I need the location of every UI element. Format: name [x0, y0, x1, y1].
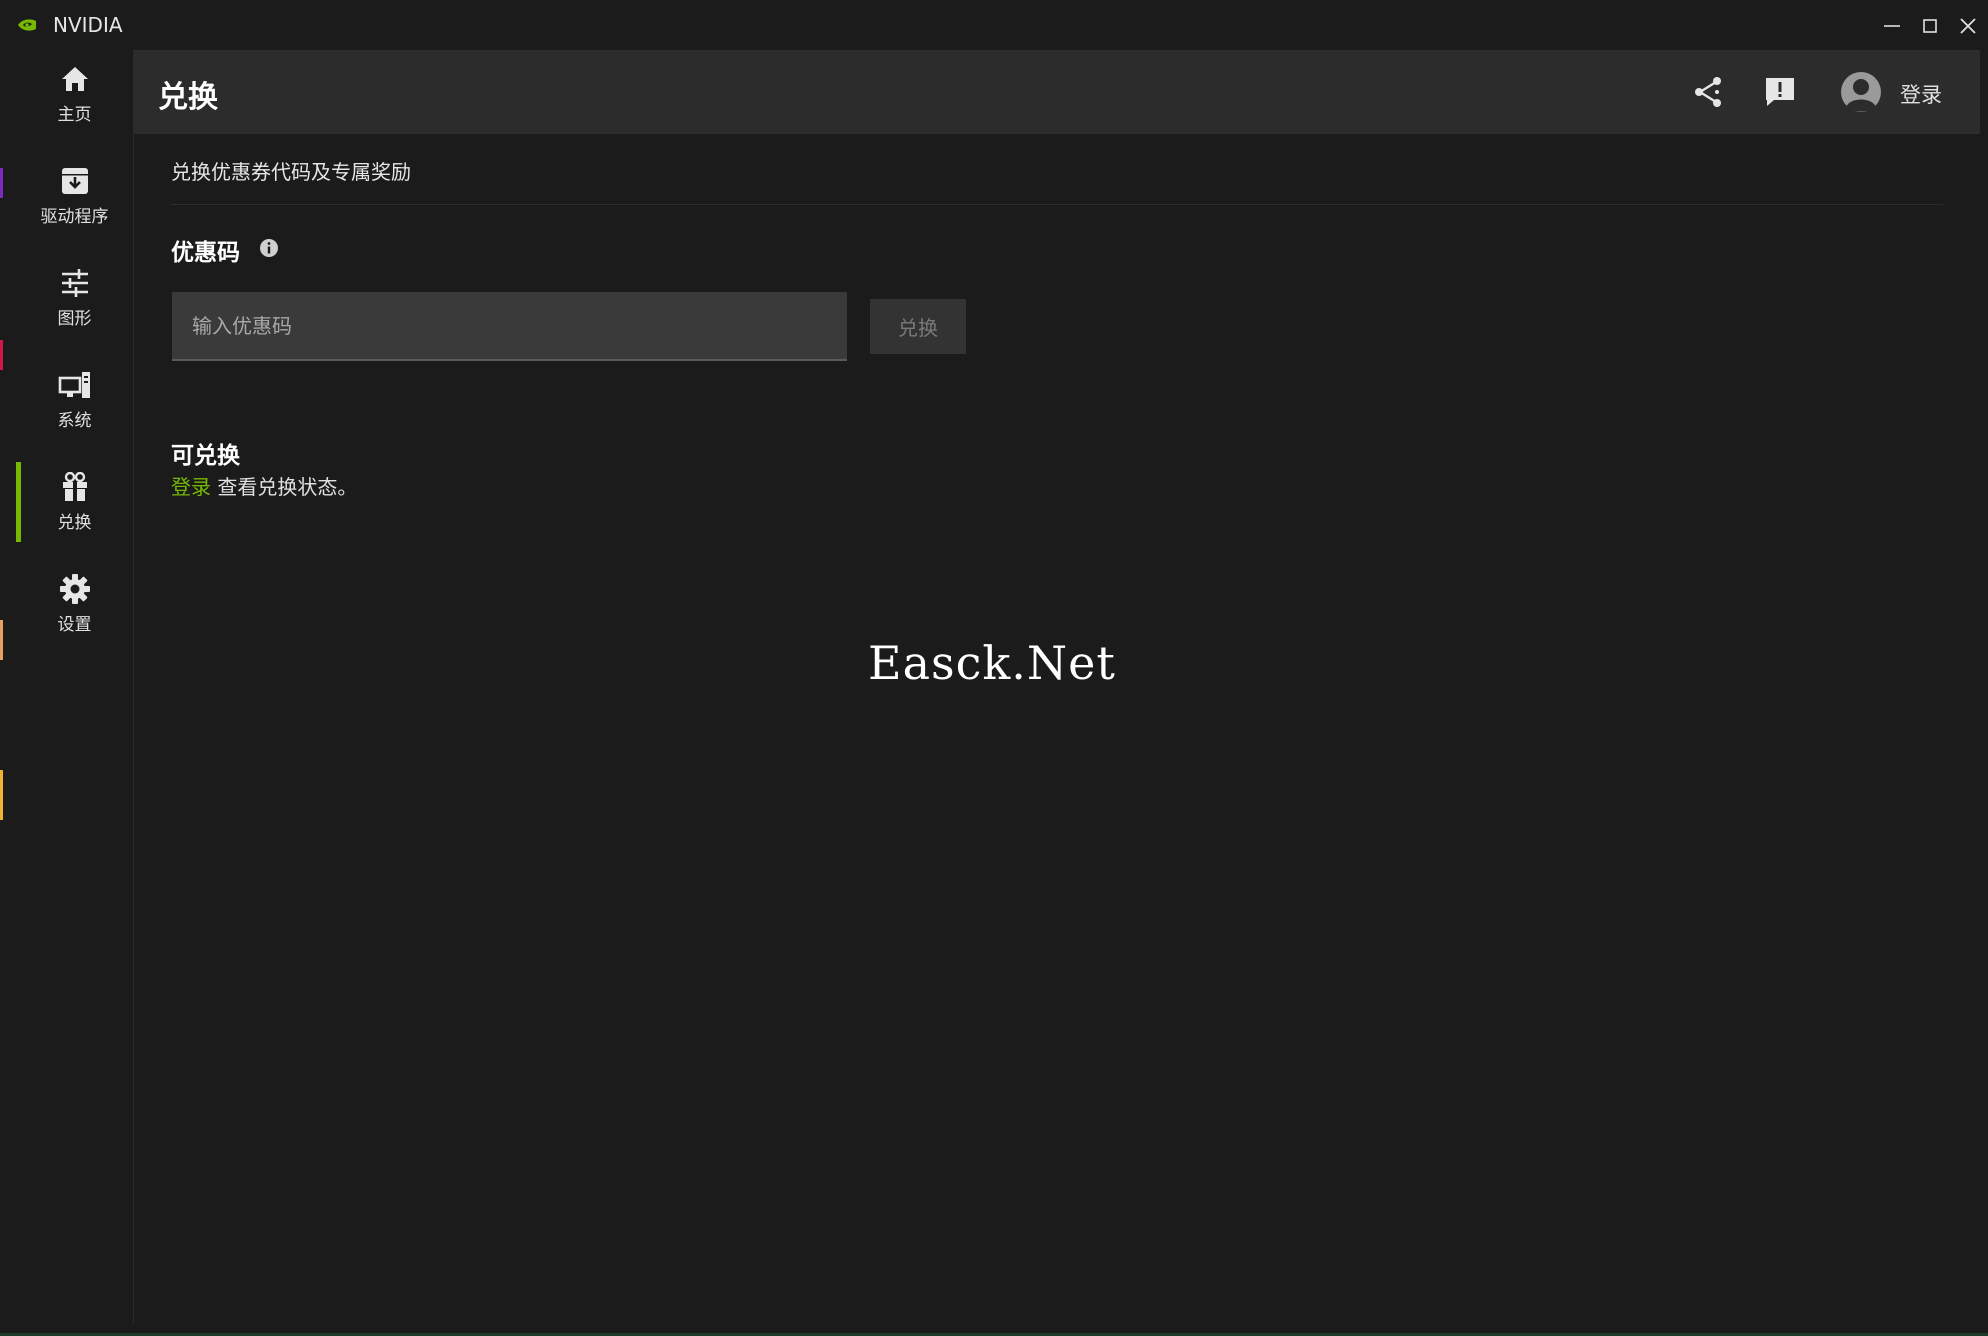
minimize-icon — [1884, 25, 1900, 27]
system-monitor-icon — [58, 368, 92, 402]
divider — [171, 204, 1943, 205]
sliders-icon — [58, 266, 92, 300]
maximize-icon — [1923, 19, 1937, 33]
sidebar-item-label: 驱动程序 — [40, 206, 109, 227]
page-title: 兑换 — [158, 80, 218, 115]
coupon-code-input[interactable] — [172, 292, 847, 361]
header-login-link[interactable]: 登录 — [1900, 79, 1942, 109]
watermark-text: Easck.Net — [868, 636, 1116, 690]
sidebar-item-settings[interactable]: 设置 — [16, 560, 133, 646]
feedback-button[interactable] — [1758, 70, 1802, 114]
nvidia-logo-icon — [18, 19, 36, 31]
sidebar-item-label: 系统 — [57, 410, 92, 431]
rail-edge-accent — [0, 770, 3, 820]
gear-icon — [58, 572, 92, 606]
close-icon — [1960, 18, 1976, 34]
app-title: NVIDIA — [53, 13, 123, 37]
rail-edge-accent — [0, 620, 3, 660]
home-icon — [58, 62, 92, 96]
sidebar-item-graphics[interactable]: 图形 — [16, 254, 133, 340]
rail-edge-accent — [0, 168, 3, 198]
status-text: 查看兑换状态。 — [211, 475, 358, 499]
sidebar-item-label: 主页 — [57, 104, 92, 125]
sidebar-item-label: 图形 — [57, 308, 92, 329]
page-header: 兑换 登录 — [134, 50, 1980, 134]
available-section-title: 可兑换 — [171, 443, 240, 469]
title-bar: NVIDIA — [0, 0, 1988, 50]
share-button[interactable] — [1686, 70, 1730, 114]
sidebar-item-system[interactable]: 系统 — [16, 356, 133, 442]
sidebar-item-label: 兑换 — [57, 512, 92, 533]
sidebar-item-home[interactable]: 主页 — [16, 50, 133, 136]
gift-icon — [58, 470, 92, 504]
close-button[interactable] — [1948, 9, 1988, 43]
driver-download-icon — [58, 164, 92, 198]
redeem-status-line: 登录 查看兑换状态。 — [171, 471, 357, 500]
rail-edge-accent — [0, 340, 3, 370]
redeem-button[interactable]: 兑换 — [870, 299, 966, 354]
login-link[interactable]: 登录 — [171, 475, 211, 499]
avatar-icon[interactable] — [1840, 71, 1882, 113]
maximize-button[interactable] — [1910, 9, 1950, 43]
share-icon — [1695, 77, 1721, 107]
sidebar-item-redeem[interactable]: 兑换 — [16, 458, 133, 544]
sidebar-item-label: 设置 — [57, 614, 92, 635]
sidebar-item-drivers[interactable]: 驱动程序 — [16, 152, 133, 238]
info-icon[interactable] — [259, 238, 279, 258]
feedback-icon — [1766, 78, 1794, 106]
sidebar: 主页 驱动程序 图形 系统 兑换 设置 — [0, 50, 134, 1324]
page-subtitle: 兑换优惠券代码及专属奖励 — [171, 160, 411, 184]
coupon-section-title: 优惠码 — [171, 240, 240, 266]
minimize-button[interactable] — [1872, 9, 1912, 43]
